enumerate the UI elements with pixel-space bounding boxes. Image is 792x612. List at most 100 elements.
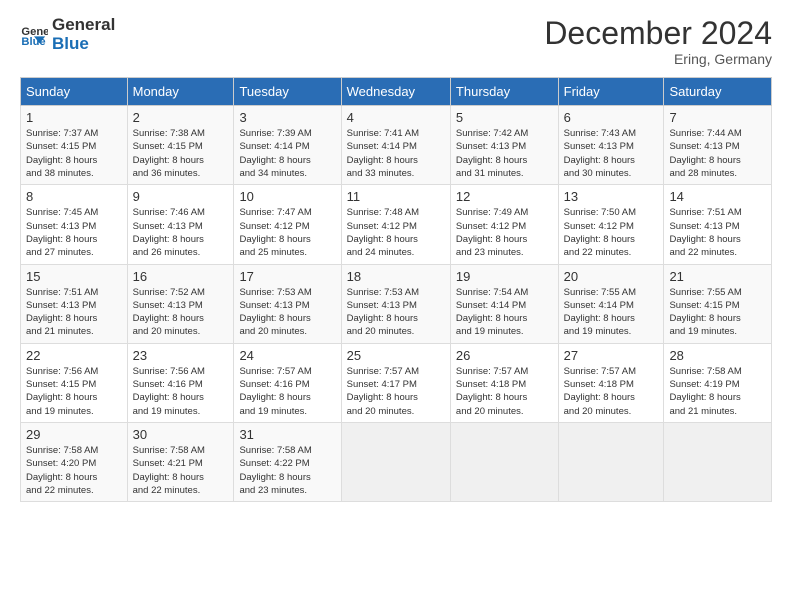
day-cell: 21 Sunrise: 7:55 AMSunset: 4:15 PMDayligh…: [664, 264, 772, 343]
day-number: 17: [239, 269, 335, 284]
day-cell: 17 Sunrise: 7:53 AMSunset: 4:13 PMDayligh…: [234, 264, 341, 343]
day-info: Sunrise: 7:46 AMSunset: 4:13 PMDaylight:…: [133, 207, 205, 258]
day-cell: 30 Sunrise: 7:58 AMSunset: 4:21 PMDayligh…: [127, 422, 234, 501]
day-info: Sunrise: 7:58 AMSunset: 4:21 PMDaylight:…: [133, 445, 205, 496]
day-cell: 29 Sunrise: 7:58 AMSunset: 4:20 PMDayligh…: [21, 422, 128, 501]
day-number: 1: [26, 110, 122, 125]
day-cell: 24Sunrise: 7:57 AMSunset: 4:16 PMDayligh…: [234, 343, 341, 422]
day-info: Sunrise: 7:52 AMSunset: 4:13 PMDaylight:…: [133, 287, 205, 338]
day-number: 12: [456, 189, 553, 204]
day-number: 15: [26, 269, 122, 284]
day-info: Sunrise: 7:58 AMSunset: 4:20 PMDaylight:…: [26, 445, 98, 496]
day-info: Sunrise: 7:39 AMSunset: 4:14 PMDaylight:…: [239, 128, 311, 179]
day-info: Sunrise: 7:58 AMSunset: 4:19 PMDaylight:…: [669, 366, 741, 417]
day-cell: 31Sunrise: 7:58 AMSunset: 4:22 PMDayligh…: [234, 422, 341, 501]
week-row-2: 8Sunrise: 7:45 AMSunset: 4:13 PMDaylight…: [21, 185, 772, 264]
day-info: Sunrise: 7:57 AMSunset: 4:16 PMDaylight:…: [239, 366, 311, 417]
day-cell: 13 Sunrise: 7:50 AMSunset: 4:12 PMDayligh…: [558, 185, 664, 264]
day-info: Sunrise: 7:49 AMSunset: 4:12 PMDaylight:…: [456, 207, 528, 258]
day-cell: 25 Sunrise: 7:57 AMSunset: 4:17 PMDayligh…: [341, 343, 450, 422]
week-row-5: 29 Sunrise: 7:58 AMSunset: 4:20 PMDayligh…: [21, 422, 772, 501]
day-number: 25: [347, 348, 445, 363]
day-number: 4: [347, 110, 445, 125]
day-number: 28: [669, 348, 766, 363]
day-cell: 23Sunrise: 7:56 AMSunset: 4:16 PMDayligh…: [127, 343, 234, 422]
day-info: Sunrise: 7:56 AMSunset: 4:15 PMDaylight:…: [26, 366, 98, 417]
day-number: 18: [347, 269, 445, 284]
day-number: 29: [26, 427, 122, 442]
day-cell: 26 Sunrise: 7:57 AMSunset: 4:18 PMDayligh…: [450, 343, 558, 422]
day-number: 2: [133, 110, 229, 125]
day-info: Sunrise: 7:56 AMSunset: 4:16 PMDaylight:…: [133, 366, 205, 417]
day-number: 20: [564, 269, 659, 284]
day-number: 8: [26, 189, 122, 204]
day-info: Sunrise: 7:55 AMSunset: 4:15 PMDaylight:…: [669, 287, 741, 338]
day-info: Sunrise: 7:57 AMSunset: 4:18 PMDaylight:…: [564, 366, 636, 417]
day-info: Sunrise: 7:51 AMSunset: 4:13 PMDaylight:…: [669, 207, 741, 258]
day-info: Sunrise: 7:48 AMSunset: 4:12 PMDaylight:…: [347, 207, 419, 258]
day-number: 21: [669, 269, 766, 284]
day-cell: [558, 422, 664, 501]
day-info: Sunrise: 7:57 AMSunset: 4:18 PMDaylight:…: [456, 366, 528, 417]
day-cell: 6 Sunrise: 7:43 AMSunset: 4:13 PMDaylight…: [558, 106, 664, 185]
day-info: Sunrise: 7:51 AMSunset: 4:13 PMDaylight:…: [26, 287, 98, 338]
logo-general: General: [52, 16, 115, 35]
day-info: Sunrise: 7:41 AMSunset: 4:14 PMDaylight:…: [347, 128, 419, 179]
col-header-wednesday: Wednesday: [341, 78, 450, 106]
day-cell: 20 Sunrise: 7:55 AMSunset: 4:14 PMDayligh…: [558, 264, 664, 343]
day-cell: 10Sunrise: 7:47 AMSunset: 4:12 PMDayligh…: [234, 185, 341, 264]
day-cell: 19 Sunrise: 7:54 AMSunset: 4:14 PMDayligh…: [450, 264, 558, 343]
day-info: Sunrise: 7:57 AMSunset: 4:17 PMDaylight:…: [347, 366, 419, 417]
week-row-1: 1 Sunrise: 7:37 AMSunset: 4:15 PMDaylight…: [21, 106, 772, 185]
day-number: 26: [456, 348, 553, 363]
week-row-4: 22 Sunrise: 7:56 AMSunset: 4:15 PMDayligh…: [21, 343, 772, 422]
day-number: 16: [133, 269, 229, 284]
col-header-thursday: Thursday: [450, 78, 558, 106]
day-number: 27: [564, 348, 659, 363]
day-number: 7: [669, 110, 766, 125]
day-cell: 18 Sunrise: 7:53 AMSunset: 4:13 PMDayligh…: [341, 264, 450, 343]
col-header-sunday: Sunday: [21, 78, 128, 106]
svg-text:Blue: Blue: [21, 35, 45, 47]
logo: General Blue General Blue: [20, 16, 115, 53]
col-header-monday: Monday: [127, 78, 234, 106]
day-cell: 4 Sunrise: 7:41 AMSunset: 4:14 PMDaylight…: [341, 106, 450, 185]
day-cell: 9 Sunrise: 7:46 AMSunset: 4:13 PMDaylight…: [127, 185, 234, 264]
day-number: 13: [564, 189, 659, 204]
day-number: 5: [456, 110, 553, 125]
day-cell: 3 Sunrise: 7:39 AMSunset: 4:14 PMDaylight…: [234, 106, 341, 185]
day-info: Sunrise: 7:58 AMSunset: 4:22 PMDaylight:…: [239, 445, 311, 496]
day-info: Sunrise: 7:55 AMSunset: 4:14 PMDaylight:…: [564, 287, 636, 338]
day-number: 6: [564, 110, 659, 125]
day-number: 3: [239, 110, 335, 125]
day-cell: 11 Sunrise: 7:48 AMSunset: 4:12 PMDayligh…: [341, 185, 450, 264]
day-info: Sunrise: 7:54 AMSunset: 4:14 PMDaylight:…: [456, 287, 528, 338]
day-number: 19: [456, 269, 553, 284]
day-cell: 14Sunrise: 7:51 AMSunset: 4:13 PMDayligh…: [664, 185, 772, 264]
day-info: Sunrise: 7:37 AMSunset: 4:15 PMDaylight:…: [26, 128, 98, 179]
day-info: Sunrise: 7:43 AMSunset: 4:13 PMDaylight:…: [564, 128, 636, 179]
day-info: Sunrise: 7:42 AMSunset: 4:13 PMDaylight:…: [456, 128, 528, 179]
day-cell: 1 Sunrise: 7:37 AMSunset: 4:15 PMDaylight…: [21, 106, 128, 185]
logo-icon: General Blue: [20, 21, 48, 49]
day-number: 11: [347, 189, 445, 204]
day-cell: 27 Sunrise: 7:57 AMSunset: 4:18 PMDayligh…: [558, 343, 664, 422]
day-info: Sunrise: 7:38 AMSunset: 4:15 PMDaylight:…: [133, 128, 205, 179]
day-cell: [664, 422, 772, 501]
day-info: Sunrise: 7:53 AMSunset: 4:13 PMDaylight:…: [347, 287, 419, 338]
col-header-tuesday: Tuesday: [234, 78, 341, 106]
day-cell: 15 Sunrise: 7:51 AMSunset: 4:13 PMDayligh…: [21, 264, 128, 343]
day-cell: [450, 422, 558, 501]
day-cell: 8Sunrise: 7:45 AMSunset: 4:13 PMDaylight…: [21, 185, 128, 264]
day-number: 30: [133, 427, 229, 442]
day-cell: 28 Sunrise: 7:58 AMSunset: 4:19 PMDayligh…: [664, 343, 772, 422]
day-info: Sunrise: 7:50 AMSunset: 4:12 PMDaylight:…: [564, 207, 636, 258]
logo-blue: Blue: [52, 35, 115, 54]
day-cell: 16 Sunrise: 7:52 AMSunset: 4:13 PMDayligh…: [127, 264, 234, 343]
day-cell: 2 Sunrise: 7:38 AMSunset: 4:15 PMDaylight…: [127, 106, 234, 185]
day-number: 9: [133, 189, 229, 204]
header-row: SundayMondayTuesdayWednesdayThursdayFrid…: [21, 78, 772, 106]
day-number: 22: [26, 348, 122, 363]
day-info: Sunrise: 7:53 AMSunset: 4:13 PMDaylight:…: [239, 287, 311, 338]
calendar-table: SundayMondayTuesdayWednesdayThursdayFrid…: [20, 77, 772, 502]
